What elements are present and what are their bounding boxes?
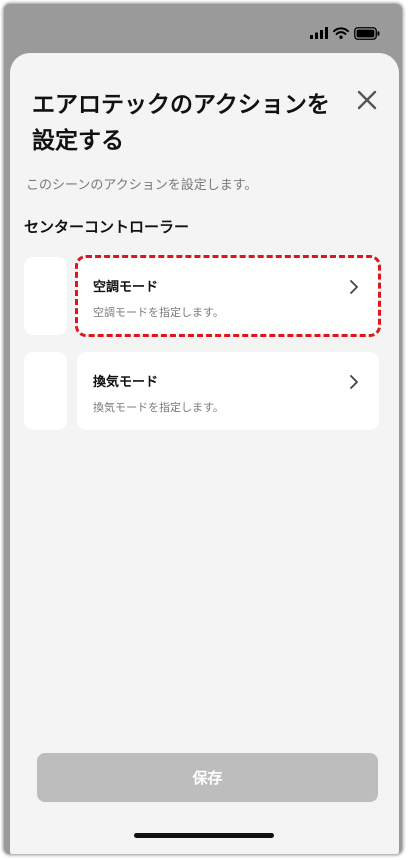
action-item-ventilation-mode[interactable]: 換気モード 換気モードを指定します。: [77, 352, 379, 430]
action-settings-sheet: エアロテックのアクションを設定する このシーンのアクションを設定します。 センタ…: [10, 53, 399, 854]
home-indicator: [134, 833, 274, 838]
phone-frame: エアロテックのアクションを設定する このシーンのアクションを設定します。 センタ…: [4, 4, 402, 854]
chevron-right-icon: [350, 375, 358, 389]
battery-icon: [354, 26, 380, 40]
action-item-title: 換気モード: [93, 375, 159, 390]
wifi-icon: [333, 27, 349, 39]
page-title: エアロテックのアクションを設定する: [32, 92, 330, 154]
save-button[interactable]: 保存: [37, 753, 378, 802]
chevron-right-icon: [350, 280, 358, 294]
action-item-air-conditioning-mode[interactable]: 空調モード 空調モードを指定します。: [75, 255, 381, 337]
action-item-description: 換気モードを指定します。: [93, 401, 224, 414]
action-thumbnail: [24, 352, 67, 430]
action-thumbnail: [24, 257, 67, 335]
close-icon: [357, 90, 377, 110]
status-bar: [310, 26, 380, 40]
action-item-title: 空調モード: [93, 280, 159, 295]
cellular-signal-icon: [310, 27, 328, 39]
action-item-description: 空調モードを指定します。: [93, 306, 224, 319]
section-title: センターコントローラー: [24, 218, 190, 236]
sheet-description: このシーンのアクションを設定します。: [26, 178, 258, 193]
close-button[interactable]: [356, 89, 378, 111]
